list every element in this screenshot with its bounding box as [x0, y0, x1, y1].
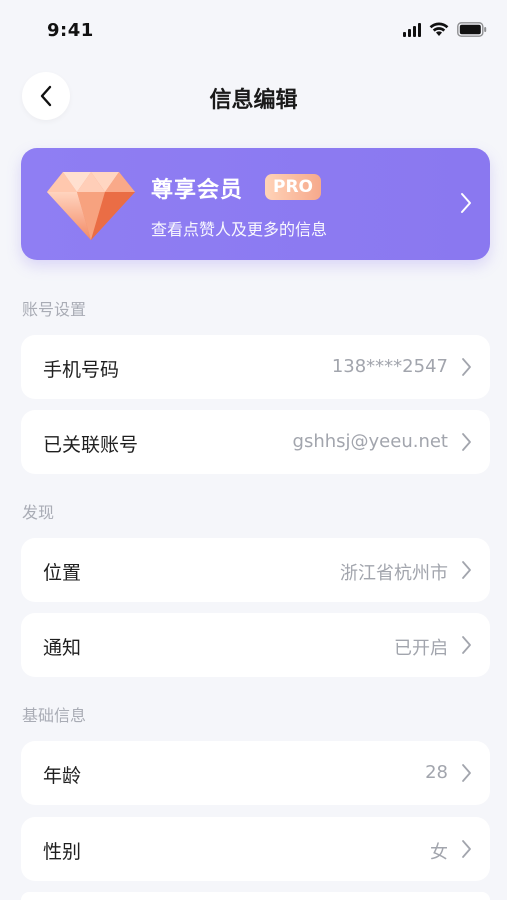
pro-badge: PRO	[265, 174, 322, 200]
section-label-discover: 发现	[22, 503, 55, 522]
row-label: 已关联账号	[43, 434, 139, 456]
chevron-right-icon	[461, 839, 472, 863]
chevron-right-icon	[461, 432, 472, 456]
row-label: 性别	[43, 841, 82, 863]
diamond-icon	[45, 168, 137, 246]
row-gender[interactable]: 性别 女	[21, 817, 490, 881]
chevron-right-icon	[461, 635, 472, 659]
row-next-partial[interactable]	[21, 892, 490, 900]
section-label-basic-info: 基础信息	[22, 706, 87, 725]
row-value: 女	[430, 842, 448, 863]
chevron-right-icon	[460, 192, 472, 218]
status-icons	[403, 22, 487, 37]
row-value: 28	[425, 762, 448, 783]
row-notification[interactable]: 通知 已开启	[21, 613, 490, 677]
row-location[interactable]: 位置 浙江省杭州市	[21, 538, 490, 602]
wifi-icon	[429, 22, 449, 37]
battery-icon	[457, 22, 487, 37]
status-time: 9:41	[47, 20, 94, 41]
row-age[interactable]: 年龄 28	[21, 741, 490, 805]
page-title: 信息编辑	[209, 88, 298, 113]
vip-title: 尊享会员	[151, 178, 244, 203]
chevron-right-icon	[461, 763, 472, 787]
vip-subtitle: 查看点赞人及更多的信息	[151, 220, 328, 239]
row-phone-number[interactable]: 手机号码 138****2547	[21, 335, 490, 399]
row-value: 已开启	[394, 638, 448, 659]
row-value: 浙江省杭州市	[340, 563, 448, 584]
section-label-account: 账号设置	[22, 300, 87, 319]
chevron-right-icon	[461, 357, 472, 381]
header: 信息编辑	[0, 70, 507, 122]
row-label: 通知	[43, 637, 82, 659]
row-label: 位置	[43, 562, 82, 584]
row-linked-account[interactable]: 已关联账号 gshhsj@yeeu.net	[21, 410, 490, 474]
row-value: 138****2547	[331, 356, 448, 377]
vip-membership-card[interactable]: 尊享会员 PRO 查看点赞人及更多的信息	[21, 148, 490, 260]
cellular-signal-icon	[403, 22, 421, 37]
row-label: 年龄	[43, 765, 82, 787]
row-label: 手机号码	[43, 359, 120, 381]
status-bar: 9:41	[0, 0, 507, 62]
chevron-right-icon	[461, 560, 472, 584]
row-value: gshhsj@yeeu.net	[292, 431, 448, 452]
